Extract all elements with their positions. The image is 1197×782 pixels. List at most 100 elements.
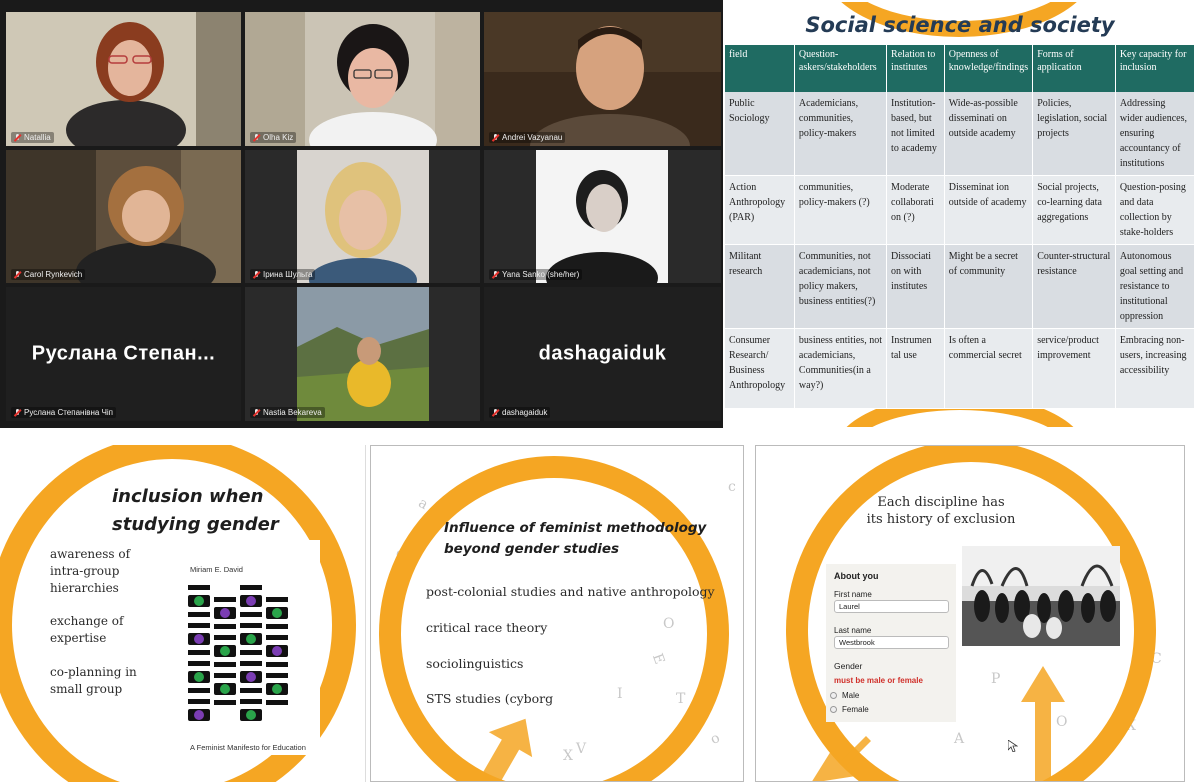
participant-tile[interactable]: Руслана Степан... Руслана Степанівна Чіп	[6, 287, 241, 421]
decorative-letter: o	[708, 729, 723, 749]
slide-social-science: Social science and society field Questio…	[723, 2, 1197, 427]
table-header-row: field Question-askers/stakeholders Relat…	[725, 45, 1196, 92]
gender-label: Gender	[834, 661, 863, 671]
participant-name: Andrei Vazyanau	[489, 132, 566, 143]
participant-display-name: Руслана Степан...	[31, 342, 216, 365]
table-cell: Policies, legislation, social projects	[1032, 92, 1116, 176]
table-cell: Dissociati on with institutes	[886, 244, 945, 329]
table-cell: Question-posing and data collection by s…	[1115, 175, 1196, 245]
bullet-item: co-planning in small group	[50, 665, 137, 696]
slide-title-line: Each discipline has	[877, 495, 1005, 510]
participant-tile[interactable]: Ірина Шульга	[245, 150, 480, 283]
slide-title-line: Influence of feminist methodology	[444, 520, 707, 536]
table-cell: Wide-as-possible disseminati on outside …	[944, 92, 1034, 176]
table-cell: service/product improvement	[1032, 328, 1116, 409]
book-cover-art	[188, 585, 288, 721]
table-cell: Addressing wider audiences, ensuring acc…	[1115, 92, 1196, 176]
slide-title-line: its history of exclusion	[866, 512, 1016, 527]
validation-error: must be male or female	[834, 676, 923, 685]
cursor-icon	[1008, 740, 1018, 752]
slide-feminist-methodology: e a O E T I o V X c Influence of feminis…	[370, 445, 744, 782]
participant-name: Ірина Шульга	[250, 269, 316, 280]
table-cell: Autonomous goal setting and resistance t…	[1115, 244, 1196, 329]
mic-muted-icon	[253, 408, 260, 417]
table-cell: Counter-structural resistance	[1032, 244, 1116, 329]
table-cell: communities, policy-makers (?)	[794, 175, 888, 245]
table-cell: Militant research	[725, 244, 795, 329]
bullet-item: exchange of expertise	[50, 614, 124, 645]
participant-name: Руслана Степанівна Чіп	[11, 407, 117, 418]
table-cell: Is often a commercial secret	[944, 328, 1034, 409]
book-cover: Miriam E. David A Feminist Manifesto for…	[168, 540, 320, 755]
book-author: Miriam E. David	[190, 565, 243, 574]
participant-tile-active[interactable]: Andrei Vazyanau	[484, 12, 721, 146]
last-name-label: Last name	[834, 626, 872, 635]
table-cell: Action Anthropology (PAR)	[725, 175, 795, 245]
table-cell: Academicians, communities, policy-makers	[794, 92, 888, 176]
participant-tile[interactable]: dashagaiduk dashagaiduk	[484, 287, 721, 421]
participant-video	[245, 12, 480, 146]
participant-name: Nastia Bekareva	[250, 407, 325, 418]
slide-title-line: studying gender	[112, 514, 279, 535]
participant-tile[interactable]: Carol Rynkevich	[6, 150, 241, 283]
mic-muted-icon	[14, 270, 21, 279]
table-row: Public Sociology Academicians, communiti…	[725, 92, 1196, 176]
participant-name: dashagaiduk	[489, 407, 551, 418]
gender-form: About you First name Laurel Last name We…	[826, 564, 956, 722]
mic-muted-icon	[253, 270, 260, 279]
bullet-item: STS studies (cyborg	[426, 691, 554, 706]
table-row: Militant research Communities, not acade…	[725, 244, 1196, 329]
participant-tile[interactable]: Olha Kiz	[245, 12, 480, 146]
slide-title: Social science and society	[805, 13, 1115, 37]
mic-muted-icon	[14, 133, 21, 142]
slide-title-line: inclusion when	[112, 486, 264, 507]
participant-video	[6, 150, 241, 283]
participant-video	[484, 12, 721, 146]
table-cell: Communities, not academicians, not polic…	[794, 244, 888, 329]
table-cell: Might be a secret of community	[944, 244, 1034, 329]
table-cell: Instrumen tal use	[886, 328, 945, 409]
slide-title: inclusion when studying gender	[112, 483, 279, 539]
column-header: Relation to institutes	[886, 45, 945, 92]
decorative-letter: c	[728, 479, 736, 495]
participant-display-name: dashagaiduk	[538, 342, 667, 365]
slide-discipline-exclusion: P A O X C Each discipline has its histor…	[755, 445, 1185, 782]
radio-icon[interactable]	[830, 692, 837, 700]
column-header: Forms of application	[1032, 45, 1116, 92]
radio-option-male[interactable]: Male	[830, 691, 859, 700]
participant-video	[6, 12, 241, 146]
first-name-field[interactable]: Laurel	[834, 600, 949, 613]
participant-tile[interactable]: Nastia Bekareva	[245, 287, 480, 421]
participant-video	[297, 150, 429, 283]
participant-video	[536, 150, 668, 283]
participant-name: Carol Rynkevich	[11, 269, 86, 280]
slide-title: Influence of feminist methodology beyond…	[444, 518, 706, 560]
bullet-item: awareness of intra-group hierarchies	[50, 547, 131, 595]
decorative-ring	[379, 456, 729, 781]
slide-inclusion-gender: inclusion when studying gender awareness…	[0, 445, 366, 782]
last-name-field[interactable]: Westbrook	[834, 636, 949, 649]
slide-title: Each discipline has its history of exclu…	[786, 494, 1096, 528]
participant-tile[interactable]: Yana Sanko (she/her)	[484, 150, 721, 283]
radio-icon[interactable]	[830, 706, 837, 714]
table-cell: Embracing non-users, increasing accessib…	[1115, 328, 1196, 409]
participant-name: Natallia	[11, 132, 54, 143]
mic-muted-icon	[253, 133, 260, 142]
participant-tile[interactable]: Natallia	[6, 12, 241, 146]
bullet-item: sociolinguistics	[426, 656, 524, 671]
table-cell: Public Sociology	[725, 92, 795, 176]
participant-name: Yana Sanko (she/her)	[489, 269, 583, 280]
form-heading: About you	[834, 571, 879, 581]
table-row: Action Anthropology (PAR) communities, p…	[725, 175, 1196, 245]
participant-name: Olha Kiz	[250, 132, 297, 143]
book-subtitle: A Feminist Manifesto for Education	[190, 743, 306, 752]
mic-muted-icon	[492, 133, 499, 142]
table-cell: Moderate collaborati on (?)	[886, 175, 945, 245]
column-header: field	[725, 45, 795, 92]
arrow-icon	[1021, 666, 1065, 781]
table-cell: Disseminat ion outside of academy	[944, 175, 1034, 245]
historical-photo	[962, 546, 1120, 646]
table-row: Consumer Research/ Business Anthropology…	[725, 328, 1196, 409]
radio-option-female[interactable]: Female	[830, 705, 869, 714]
video-gallery: Natallia Olha Kiz Andrei Vazyanau Carol …	[0, 0, 723, 428]
